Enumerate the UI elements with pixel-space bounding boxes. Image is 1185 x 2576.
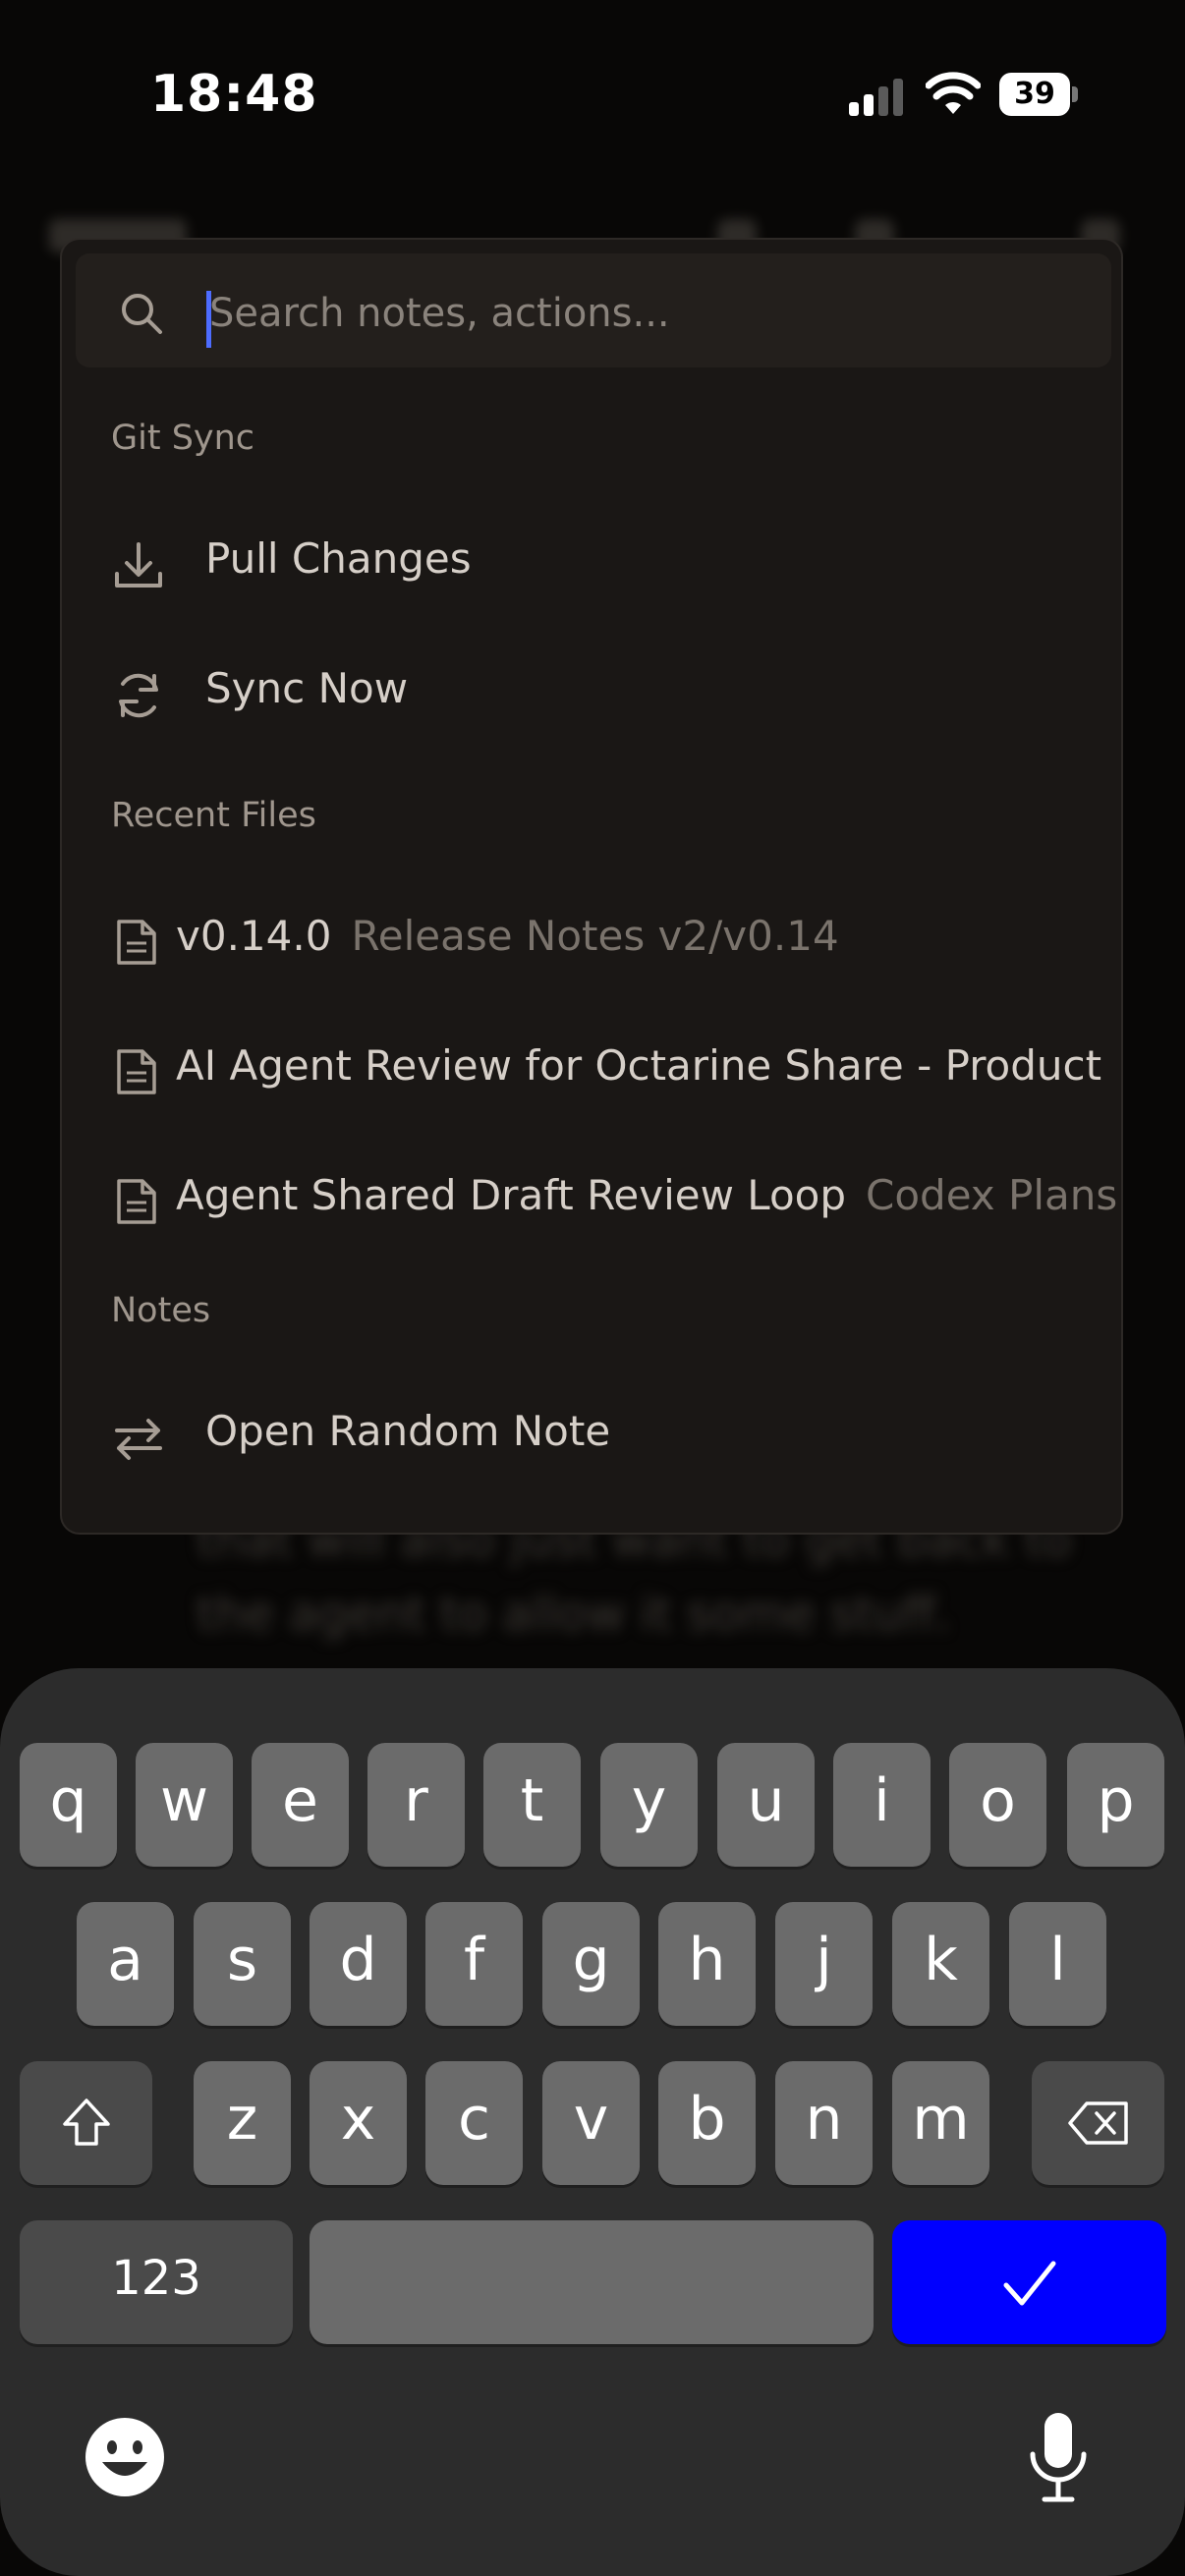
cellular-signal-icon: [849, 79, 903, 116]
key-c[interactable]: c: [425, 2061, 523, 2185]
section-label-recent-files: Recent Files: [111, 796, 316, 835]
key-a[interactable]: a: [77, 1902, 174, 2026]
document-icon: [117, 1179, 156, 1224]
shuffle-arrows-icon: [115, 1419, 162, 1460]
sync-now-item[interactable]: Sync Now: [62, 641, 1121, 749]
key-r[interactable]: r: [367, 1743, 465, 1867]
shift-key[interactable]: [20, 2061, 152, 2185]
key-e[interactable]: e: [252, 1743, 349, 1867]
recent-file-path: Release Notes v2/v0.14: [351, 912, 839, 960]
key-y[interactable]: y: [600, 1743, 698, 1867]
recent-file-item[interactable]: AI Agent Review for Octarine Share - Pro…: [62, 1018, 1121, 1126]
key-h[interactable]: h: [658, 1902, 756, 2026]
key-s[interactable]: s: [194, 1902, 291, 2026]
key-g[interactable]: g: [542, 1902, 640, 2026]
key-w[interactable]: w: [136, 1743, 233, 1867]
battery-indicator: 39: [999, 73, 1078, 116]
checkmark-icon: [1003, 2261, 1056, 2306]
key-x[interactable]: x: [310, 2061, 407, 2185]
key-n[interactable]: n: [775, 2061, 873, 2185]
key-v[interactable]: v: [542, 2061, 640, 2185]
status-bar: 18:48 39: [0, 0, 1185, 187]
recent-file-item[interactable]: v0.14.0 Release Notes v2/v0.14: [62, 888, 1121, 996]
microphone-icon[interactable]: [1028, 2411, 1089, 2503]
refresh-icon: [119, 673, 158, 718]
download-icon: [115, 542, 162, 588]
wifi-icon: [926, 72, 981, 114]
space-key[interactable]: [310, 2220, 874, 2344]
section-label-notes: Notes: [111, 1291, 211, 1330]
key-o[interactable]: o: [949, 1743, 1046, 1867]
text-caret: [206, 291, 211, 348]
key-j[interactable]: j: [775, 1902, 873, 2026]
search-icon: [122, 294, 162, 334]
numbers-key[interactable]: 123: [20, 2220, 293, 2344]
on-screen-keyboard: q w e r t y u i o p a s d f g h j k l z …: [0, 1668, 1185, 2576]
recent-file-title: AI Agent Review for Octarine Share - Pro…: [176, 1041, 1102, 1090]
section-label-git-sync: Git Sync: [111, 419, 255, 458]
key-z[interactable]: z: [194, 2061, 291, 2185]
key-d[interactable]: d: [310, 1902, 407, 2026]
open-random-note-label: Open Random Note: [205, 1407, 611, 1455]
key-b[interactable]: b: [658, 2061, 756, 2185]
emoji-icon[interactable]: [85, 2417, 165, 2497]
recent-file-item[interactable]: Agent Shared Draft Review Loop Codex Plan…: [62, 1148, 1121, 1256]
battery-percentage: 39: [1014, 77, 1055, 111]
key-q[interactable]: q: [20, 1743, 117, 1867]
key-l[interactable]: l: [1009, 1902, 1106, 2026]
key-u[interactable]: u: [717, 1743, 815, 1867]
recent-file-path: Codex Plans: [866, 1171, 1118, 1219]
key-t[interactable]: t: [483, 1743, 581, 1867]
key-m[interactable]: m: [892, 2061, 989, 2185]
done-key[interactable]: [892, 2220, 1166, 2344]
document-icon: [117, 1049, 156, 1094]
background-text-line-2: the agent to allow it some stuff.: [197, 1587, 951, 1642]
sync-now-label: Sync Now: [205, 664, 409, 712]
backspace-key[interactable]: [1032, 2061, 1164, 2185]
pull-changes-label: Pull Changes: [205, 534, 472, 583]
shift-arrow-icon: [63, 2099, 110, 2146]
recent-file-title: Agent Shared Draft Review Loop: [176, 1171, 847, 1219]
key-p[interactable]: p: [1067, 1743, 1164, 1867]
document-icon: [117, 920, 156, 965]
key-k[interactable]: k: [892, 1902, 989, 2026]
status-time: 18:48: [150, 65, 318, 124]
search-input[interactable]: [209, 281, 1074, 346]
key-f[interactable]: f: [425, 1902, 523, 2026]
pull-changes-item[interactable]: Pull Changes: [62, 511, 1121, 619]
backspace-icon: [1068, 2101, 1128, 2145]
open-random-note-item[interactable]: Open Random Note: [62, 1383, 1121, 1491]
search-bar[interactable]: [76, 253, 1111, 367]
recent-file-title: v0.14.0: [176, 912, 332, 960]
command-palette: Git Sync Pull Changes Sync Now Recent Fi…: [60, 238, 1123, 1535]
key-i[interactable]: i: [833, 1743, 931, 1867]
